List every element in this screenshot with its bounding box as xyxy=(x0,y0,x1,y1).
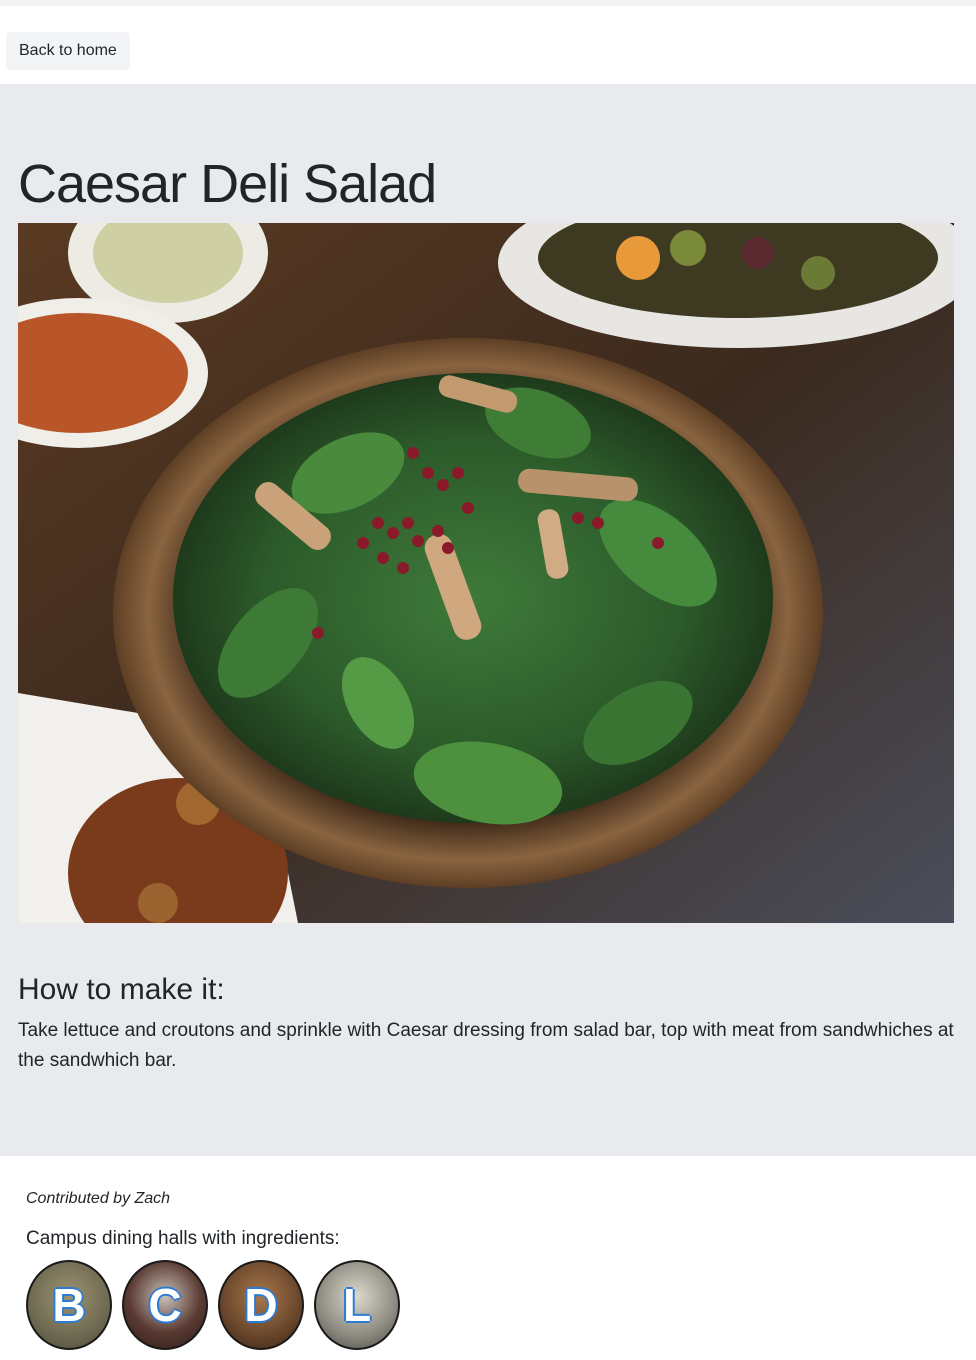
salad-photo-illustration xyxy=(18,223,954,923)
dining-hall-letter: D xyxy=(244,1279,278,1331)
dining-hall-d-avatar[interactable]: D xyxy=(218,1260,304,1350)
contributor-credit: Contributed by Zach xyxy=(26,1190,171,1207)
dining-hall-letter: B xyxy=(52,1279,86,1331)
recipe-section: Caesar Deli Salad How to make it: Take l… xyxy=(0,84,976,1156)
dining-hall-c-avatar[interactable]: C xyxy=(122,1260,208,1350)
dining-hall-l-avatar[interactable]: L xyxy=(314,1260,400,1350)
dining-hall-letter: L xyxy=(342,1279,372,1331)
dining-hall-letter: C xyxy=(148,1279,182,1331)
page-title: Caesar Deli Salad xyxy=(18,154,437,214)
recipe-instructions: Take lettuce and croutons and sprinkle w… xyxy=(18,1020,954,1071)
dining-halls-label: Campus dining halls with ingredients: xyxy=(26,1228,340,1249)
dining-hall-b-avatar[interactable]: B xyxy=(26,1260,112,1350)
top-bar: Back to home xyxy=(0,0,976,84)
dining-hall-list: B C D L xyxy=(26,1260,400,1350)
recipe-footer: Contributed by Zach Campus dining halls … xyxy=(0,1156,976,1360)
back-to-home-button[interactable]: Back to home xyxy=(6,32,130,70)
how-to-heading: How to make it: xyxy=(18,973,225,1006)
recipe-image xyxy=(18,223,954,923)
